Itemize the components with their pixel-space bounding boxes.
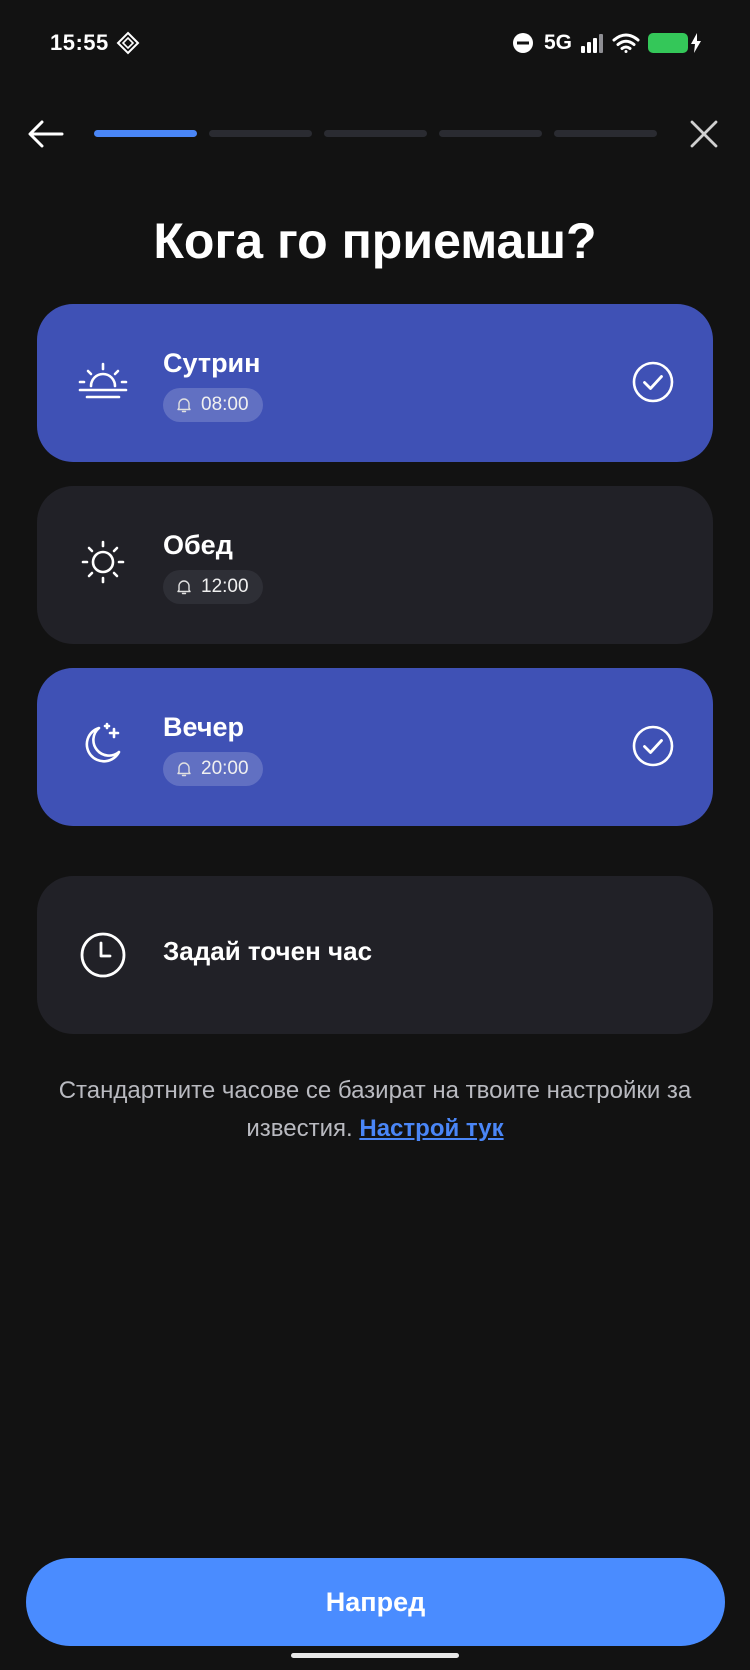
custom-time-card[interactable]: Задай точен час (37, 876, 713, 1034)
network-type: 5G (543, 31, 572, 54)
option-card-lunch[interactable]: Обед 12:00 (37, 486, 713, 644)
progress-step (209, 130, 312, 137)
reminder-time-chip: 08:00 (163, 388, 263, 422)
bell-icon (177, 580, 191, 595)
option-label: Вечер (163, 712, 245, 742)
home-indicator (291, 1653, 459, 1658)
bell-icon (177, 398, 191, 413)
close-button[interactable] (682, 112, 726, 156)
arrow-left-icon (28, 120, 64, 148)
settings-link[interactable]: Настрой тук (359, 1115, 503, 1142)
progress-steps (94, 130, 657, 137)
battery-icon (648, 33, 702, 53)
check-circle-icon (632, 725, 674, 767)
status-indicators: 5G (512, 28, 702, 58)
back-button[interactable] (24, 112, 68, 156)
option-label: Обед (163, 530, 233, 560)
page-title: Кога го приемаш? (153, 213, 597, 269)
bell-icon (177, 762, 191, 777)
option-label: Сутрин (163, 348, 261, 378)
do-not-disturb-icon (512, 33, 533, 53)
progress-step-active (94, 130, 197, 137)
close-icon (690, 120, 718, 148)
charging-bolt-icon (691, 33, 701, 53)
next-button[interactable]: Напред (26, 1558, 725, 1646)
clock-icon (80, 932, 126, 978)
status-bar: 15:55 5G (0, 0, 750, 88)
notification-settings-note: Стандартните часове се базират на твоите… (40, 1072, 710, 1148)
check-circle-icon (632, 361, 674, 403)
status-time: 15:55 (50, 30, 109, 55)
sun-icon (81, 540, 125, 584)
moon-stars-icon (85, 722, 121, 763)
sunrise-icon (78, 362, 128, 399)
option-card-evening[interactable]: Вечер 20:00 (37, 668, 713, 826)
option-card-morning[interactable]: Сутрин 08:00 (37, 304, 713, 462)
app-notification-icon (116, 31, 140, 55)
reminder-time: 08:00 (201, 394, 249, 415)
signal-icon (581, 34, 603, 53)
custom-time-label: Задай точен час (163, 936, 373, 966)
reminder-time: 12:00 (201, 576, 249, 597)
wifi-icon (612, 33, 640, 53)
reminder-time-chip: 12:00 (163, 570, 263, 604)
progress-step (439, 130, 542, 137)
progress-step (324, 130, 427, 137)
progress-step (554, 130, 657, 137)
reminder-time-chip: 20:00 (163, 752, 263, 786)
reminder-time: 20:00 (201, 758, 249, 779)
